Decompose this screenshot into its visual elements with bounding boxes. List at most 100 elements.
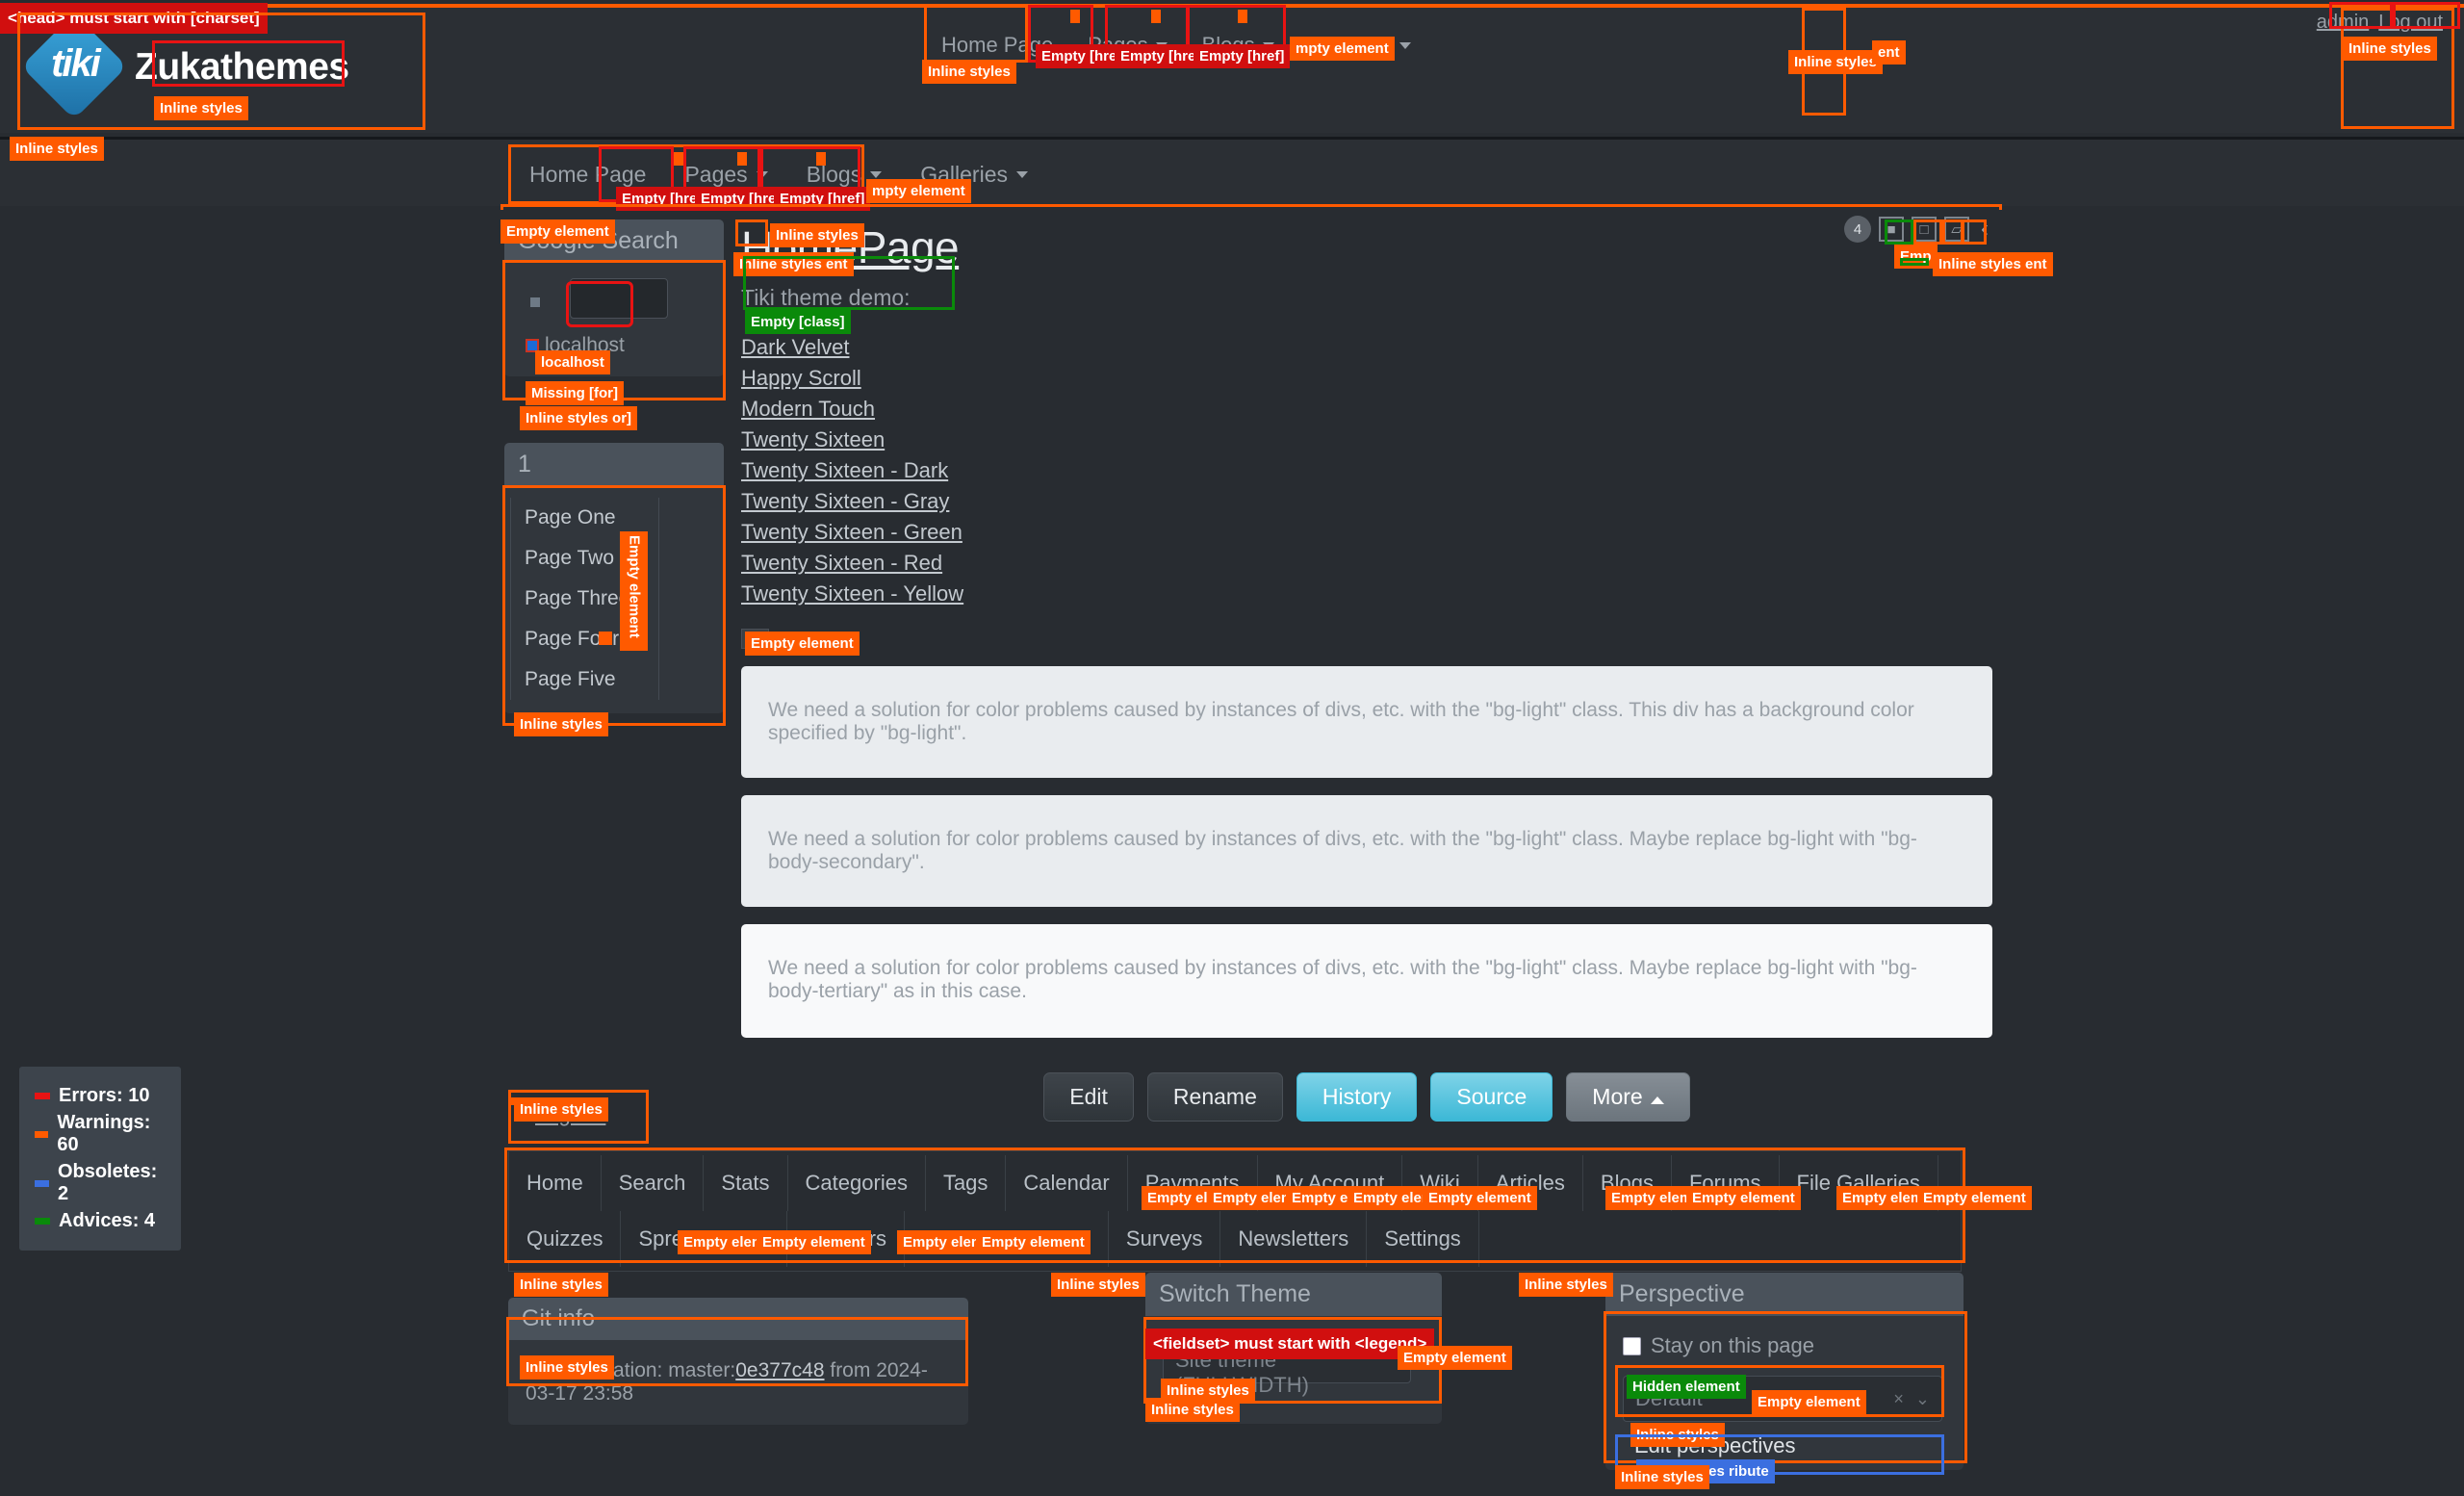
chevron-down-icon	[1016, 171, 1028, 178]
annotation-empty-element-fn5: Empty element	[976, 1230, 1091, 1254]
footer-nav-stats[interactable]: Stats	[704, 1155, 787, 1211]
annotation-inline-styles-ent-2: Inline styles ent	[1933, 252, 2053, 276]
list-item[interactable]: Page Five	[525, 659, 718, 700]
module-body-git: Git information: master:0e377c48 from 20…	[508, 1340, 968, 1425]
annotation-empty-href-4: Empty [hre	[616, 187, 703, 211]
footer-nav-surveys[interactable]: Surveys	[1109, 1211, 1220, 1267]
main-content: 4 ■ □ ▱ ‹ HomePage Tiki theme demo: Dark…	[741, 221, 1992, 1122]
annotation-inline-styles-14: Inline styles	[1145, 1398, 1240, 1422]
annotation-inline-styles-or: Inline styles or]	[520, 406, 637, 430]
theme-link-dark-velvet[interactable]: Dark Velvet	[741, 332, 850, 363]
annotation-inline-styles-11: Inline styles	[1519, 1273, 1613, 1297]
rename-button[interactable]: Rename	[1147, 1072, 1283, 1122]
chevron-down-icon	[757, 171, 768, 178]
theme-link-happy-scroll[interactable]: Happy Scroll	[741, 363, 861, 394]
annotation-inline-styles-2: Inline styles	[10, 137, 104, 161]
page-link-two[interactable]: Page Two	[525, 547, 614, 569]
print-icon[interactable]: □	[1912, 217, 1937, 242]
alert-box-bg-body-secondary: We need a solution for color problems ca…	[741, 795, 1992, 907]
divider	[658, 498, 659, 700]
theme-link-twenty-sixteen-yellow[interactable]: Twenty Sixteen - Yellow	[741, 579, 963, 609]
footer-nav-calendar[interactable]: Calendar	[1006, 1155, 1127, 1211]
footer-nav-tags[interactable]: Tags	[926, 1155, 1006, 1211]
annotation-marker-4	[674, 152, 683, 166]
google-logo-icon	[530, 297, 540, 307]
footer-nav-search[interactable]: Search	[602, 1155, 705, 1211]
page-link-one[interactable]: Page One	[525, 506, 616, 529]
git-branch: master:	[668, 1359, 735, 1381]
clear-icon[interactable]: ×	[1893, 1389, 1904, 1409]
theme-link-twenty-sixteen-dark[interactable]: Twenty Sixteen - Dark	[741, 455, 948, 486]
alert-box-bg-light: We need a solution for color problems ca…	[741, 666, 1992, 778]
annotation-inline-styles-12: Inline styles	[520, 1355, 614, 1380]
validator-row-warnings: Warnings: 60	[35, 1112, 166, 1156]
theme-link-modern-touch[interactable]: Modern Touch	[741, 394, 875, 425]
page-actions-toolbar[interactable]: 4 ■ □ ▱ ‹	[1844, 216, 1992, 243]
history-button[interactable]: History	[1296, 1072, 1418, 1122]
footer-nav-categories[interactable]: Categories	[788, 1155, 926, 1211]
module-title-git: Git info	[508, 1298, 968, 1340]
validator-row-obsoletes: Obsoletes: 2	[35, 1161, 166, 1205]
annotation-marker-5	[737, 152, 747, 166]
annotation-inline-styles-8: Inline styles	[514, 1097, 608, 1122]
annotation-marker-7	[599, 632, 612, 645]
git-hash-link[interactable]: 0e377c48	[735, 1359, 824, 1381]
prev-page-icon[interactable]: ‹	[1977, 216, 1992, 243]
annotation-empty-element-topnav: mpty element	[1290, 37, 1395, 61]
bookmark-icon[interactable]: ■	[1879, 217, 1904, 242]
footer-nav-settings[interactable]: Settings	[1367, 1211, 1479, 1267]
chevron-down-icon	[870, 171, 882, 178]
annotation-marker-1	[1070, 10, 1080, 23]
admin-link[interactable]: admin	[2317, 12, 2369, 34]
theme-link-twenty-sixteen[interactable]: Twenty Sixteen	[741, 425, 885, 455]
page-button-bar: Edit Rename History Source More	[741, 1072, 1992, 1122]
annotation-marker-6	[816, 152, 826, 166]
theme-link-twenty-sixteen-red[interactable]: Twenty Sixteen - Red	[741, 548, 942, 579]
tiki-logo-text: tiki	[29, 42, 121, 86]
annotation-head-charset: <head> must start with [charset]	[0, 3, 268, 34]
theme-links-list: Dark Velvet Happy Scroll Modern Touch Tw…	[741, 332, 1992, 609]
stay-on-page-row[interactable]: Stay on this page	[1623, 1333, 1946, 1358]
annotation-marker-2	[1151, 10, 1161, 23]
annotation-inline-styles-1: Inline styles	[154, 96, 248, 120]
fullscreen-icon[interactable]: ▱	[1944, 217, 1969, 242]
user-links[interactable]: admin Log out	[2317, 12, 2443, 34]
annotation-inline-styles-6: Inline styles	[514, 712, 608, 736]
annotation-localhost-label: localhost	[535, 350, 610, 374]
annotation-empty-class: Empty [class]	[745, 310, 851, 334]
annotation-empty-element-fn1: Empty element	[1423, 1186, 1537, 1210]
chevron-down-icon[interactable]: ⌄	[1915, 1389, 1930, 1409]
footer-nav-newsletters[interactable]: Newsletters	[1220, 1211, 1367, 1267]
errors-color-swatch	[35, 1093, 50, 1099]
annotation-inline-styles-9: Inline styles	[514, 1273, 608, 1297]
module-title-perspective: Perspective	[1605, 1273, 1964, 1316]
theme-link-twenty-sixteen-green[interactable]: Twenty Sixteen - Green	[741, 517, 962, 548]
more-button[interactable]: More	[1566, 1072, 1689, 1122]
annotation-empty-element-persp: Empty element	[1752, 1390, 1866, 1414]
stay-on-page-checkbox[interactable]	[1623, 1337, 1641, 1355]
google-search-input[interactable]	[570, 278, 668, 319]
advices-color-swatch	[35, 1218, 50, 1225]
annotation-inline-styles-3: Inline styles	[922, 60, 1016, 84]
alert-box-bg-body-tertiary: We need a solution for color problems ca…	[741, 924, 1992, 1038]
page-link-three[interactable]: Page Three	[525, 587, 629, 609]
theme-link-twenty-sixteen-gray[interactable]: Twenty Sixteen - Gray	[741, 486, 949, 517]
logout-link-top[interactable]: Log out	[2378, 12, 2443, 34]
annotation-missing-for: Missing [for]	[526, 381, 624, 405]
annotation-empty-href-5: Empty [hre	[695, 187, 782, 211]
notification-count-badge: 4	[1844, 216, 1871, 243]
annotation-inline-styles-ent: Inline styles ent	[733, 252, 854, 276]
annotation-nent: ent	[1872, 40, 1906, 64]
secondary-header-bar	[0, 137, 2464, 206]
page-list: Page One Page Two Page Three Page Four P…	[510, 498, 718, 700]
page-link-five[interactable]: Page Five	[525, 668, 616, 690]
annotation-fieldset-legend: <fieldset> must start with <legend>	[1145, 1328, 1434, 1359]
tiki-logo-icon: tiki	[29, 21, 121, 114]
footer-nav-quizzes[interactable]: Quizzes	[509, 1211, 621, 1267]
edit-button[interactable]: Edit	[1043, 1072, 1134, 1122]
footer-nav-home[interactable]: Home	[509, 1155, 602, 1211]
validator-row-advices: Advices: 4	[35, 1210, 166, 1232]
chevron-up-icon	[1651, 1096, 1664, 1104]
source-button[interactable]: Source	[1430, 1072, 1553, 1122]
annotation-empty-element-pages: Empty element	[620, 531, 648, 651]
